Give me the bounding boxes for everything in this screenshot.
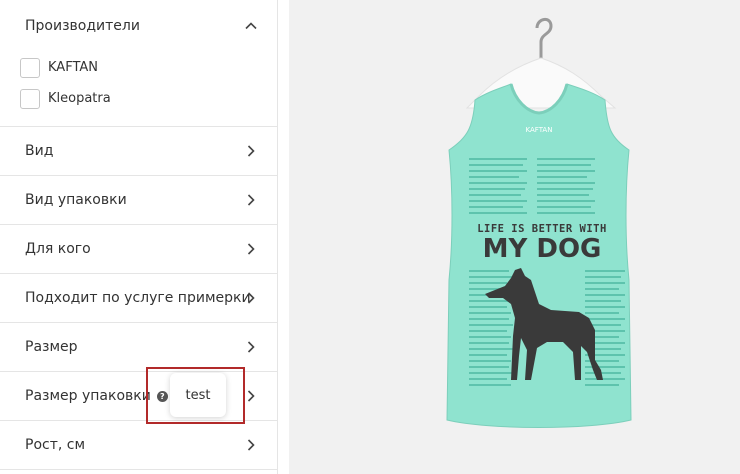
brand-tag: KAFTAN bbox=[526, 126, 553, 134]
manufacturer-option-kaftan[interactable]: KAFTAN bbox=[20, 52, 277, 83]
chevron-up-icon[interactable] bbox=[245, 20, 257, 32]
checkbox[interactable] bbox=[20, 88, 40, 109]
filter-section-title: Для кого bbox=[25, 241, 91, 257]
filter-section-title: Вид bbox=[25, 143, 54, 159]
filter-section-title: Размер bbox=[25, 339, 78, 355]
chevron-right-icon bbox=[247, 439, 255, 451]
filter-section-title: Производители bbox=[25, 18, 140, 34]
chevron-right-icon bbox=[247, 341, 255, 353]
chevron-right-icon bbox=[247, 194, 255, 206]
filter-section-height[interactable]: Рост, см bbox=[0, 421, 277, 470]
print-slogan-large: MY DOG bbox=[483, 234, 602, 264]
filter-section-for-whom[interactable]: Для кого bbox=[0, 225, 277, 274]
filter-section-vid[interactable]: Вид bbox=[0, 127, 277, 176]
filter-section-try-on-service[interactable]: Подходит по услуге примерки bbox=[0, 274, 277, 323]
highlight-frame bbox=[146, 367, 245, 424]
filter-section-title: Рост, см bbox=[25, 437, 86, 453]
product-photo: KAFTAN LIFE IS BETTER WITH MY DOG bbox=[446, 18, 632, 428]
checkbox[interactable] bbox=[20, 57, 40, 78]
chevron-right-icon bbox=[247, 243, 255, 255]
filter-section-packaging-type[interactable]: Вид упаковки bbox=[0, 176, 277, 225]
filter-section-manufacturers: Производители KAFTAN Kleopatra bbox=[0, 0, 277, 127]
chevron-right-icon bbox=[247, 292, 255, 304]
product-image[interactable]: KAFTAN LIFE IS BETTER WITH MY DOG bbox=[289, 0, 740, 474]
filter-section-title: Вид упаковки bbox=[25, 192, 127, 208]
filter-section-title: Размер упаковки bbox=[25, 388, 151, 404]
checkbox-label: KAFTAN bbox=[48, 60, 98, 75]
chevron-right-icon bbox=[247, 390, 255, 402]
chevron-right-icon bbox=[247, 145, 255, 157]
filter-section-title: Подходит по услуге примерки bbox=[25, 290, 251, 306]
filter-section-header[interactable]: Производители bbox=[25, 0, 277, 52]
filter-section-size[interactable]: Размер bbox=[0, 323, 277, 372]
checkbox-label: Kleopatra bbox=[48, 91, 111, 106]
manufacturer-option-kleopatra[interactable]: Kleopatra bbox=[20, 83, 277, 114]
